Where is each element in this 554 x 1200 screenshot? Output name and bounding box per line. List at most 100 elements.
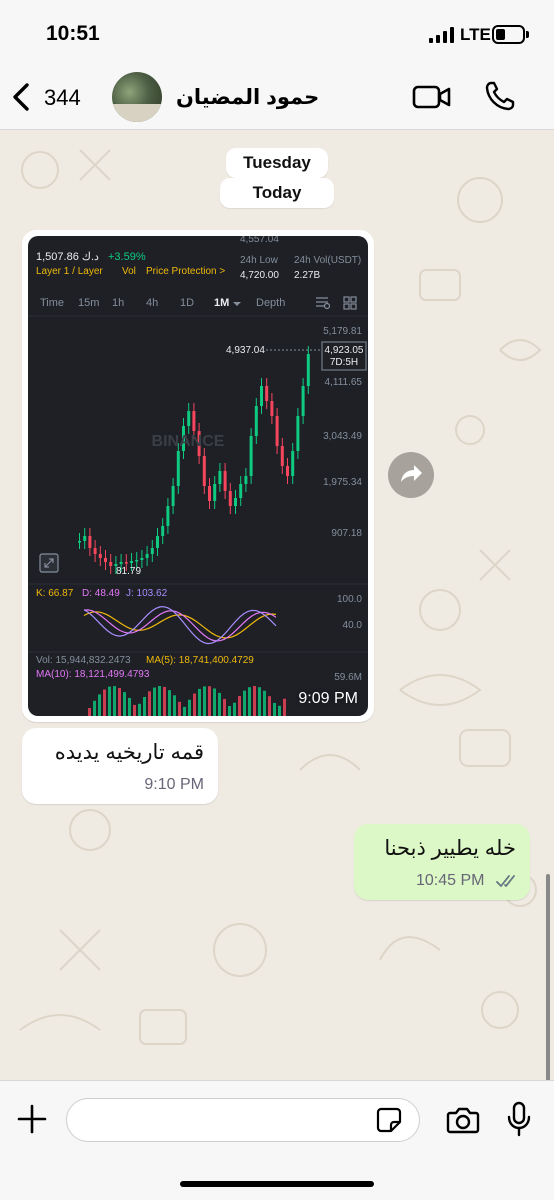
candle-body bbox=[213, 484, 217, 501]
volume-bar bbox=[223, 698, 226, 716]
avatar[interactable] bbox=[112, 72, 162, 122]
candle-body bbox=[260, 386, 263, 406]
candle-body bbox=[176, 451, 180, 486]
signal-icon bbox=[429, 27, 454, 43]
ma10-line: MA(10): 18,121,499.4793 bbox=[36, 669, 150, 680]
volume-bar bbox=[193, 693, 196, 716]
volume-bar bbox=[133, 704, 136, 716]
candle-body bbox=[296, 416, 300, 451]
camera-icon[interactable] bbox=[446, 1105, 480, 1135]
candle-body bbox=[202, 456, 206, 486]
volume-bar bbox=[178, 701, 181, 716]
y-tick: 1,975.34 bbox=[323, 477, 362, 488]
volume-bar bbox=[253, 686, 256, 716]
date-label-today: Today bbox=[220, 178, 334, 208]
chart-screenshot-svg: 1,507.86 د.ك +3.59% 4,557.04 24h Low 4,7… bbox=[28, 236, 368, 716]
tf-time: Time bbox=[40, 297, 64, 309]
message-text: قمه تاريخيه يديده bbox=[54, 741, 204, 764]
candle-body bbox=[166, 506, 170, 526]
candle-body bbox=[150, 548, 154, 554]
ma5-line: MA(5): 18,741,400.4729 bbox=[146, 655, 254, 666]
tag-price-protection: Price Protection > bbox=[146, 266, 225, 277]
tag-layer: Layer 1 / Layer bbox=[36, 266, 103, 277]
chat-header: 344 حمود المضيان bbox=[0, 64, 554, 130]
candle-body bbox=[228, 491, 232, 506]
candle-body bbox=[265, 386, 269, 401]
volume-bar bbox=[268, 696, 271, 716]
candle-body bbox=[275, 416, 279, 446]
candle-body bbox=[78, 541, 81, 543]
date-label-tuesday: Tuesday bbox=[226, 148, 328, 178]
top-value: 4,557.04 bbox=[240, 236, 279, 245]
volume-bar bbox=[283, 698, 286, 716]
candle-body bbox=[218, 471, 222, 484]
message-input[interactable] bbox=[66, 1098, 420, 1142]
network-type: LTE bbox=[460, 25, 491, 44]
volume-bar bbox=[168, 690, 171, 716]
y-tick: 3,043.49 bbox=[323, 431, 362, 442]
chevron-left-icon[interactable] bbox=[10, 82, 32, 112]
battery-tip bbox=[526, 31, 529, 38]
image-message[interactable]: 1,507.86 د.ك +3.59% 4,557.04 24h Low 4,7… bbox=[22, 230, 374, 722]
volume-bar bbox=[88, 708, 91, 716]
candle-body bbox=[93, 548, 97, 554]
candle-body bbox=[286, 466, 289, 476]
forward-icon[interactable] bbox=[388, 452, 434, 498]
volume-bar bbox=[173, 695, 176, 716]
microphone-icon[interactable] bbox=[506, 1101, 532, 1137]
tf-1m: 1M bbox=[214, 297, 229, 309]
candle-body bbox=[270, 401, 274, 416]
volume-bar bbox=[108, 686, 111, 716]
candle-body bbox=[306, 354, 310, 386]
tf-4h: 4h bbox=[146, 297, 158, 309]
candle-body bbox=[130, 561, 133, 563]
volume-bar bbox=[113, 686, 116, 716]
tf-15m: 15m bbox=[78, 297, 99, 309]
candle-body bbox=[88, 536, 92, 548]
tf-dropdown-icon bbox=[233, 302, 241, 306]
tf-depth: Depth bbox=[256, 297, 285, 309]
message-time: 9:10 PM bbox=[144, 776, 204, 793]
y-tick: 5,179.81 bbox=[323, 326, 362, 337]
video-call-icon[interactable] bbox=[412, 84, 452, 110]
price-line: 1,507.86 د.ك bbox=[36, 251, 99, 263]
candle-body bbox=[145, 554, 149, 558]
candle-body bbox=[104, 558, 107, 562]
sticker-icon[interactable] bbox=[376, 1107, 402, 1133]
volume-bar bbox=[153, 687, 156, 716]
phone-icon[interactable] bbox=[484, 80, 516, 112]
candle-body bbox=[156, 536, 159, 548]
y-tick: 907.18 bbox=[331, 528, 362, 539]
scroll-indicator[interactable] bbox=[546, 874, 550, 1084]
contact-name[interactable]: حمود المضيان bbox=[176, 85, 319, 110]
kdj-d: D: 48.49 bbox=[82, 588, 120, 599]
candle-body bbox=[291, 451, 295, 476]
chat-area[interactable]: Tuesday Today 1,507.86 د.ك +3.59% 4,557.… bbox=[0, 130, 554, 1080]
vol-label: 24h Vol(USDT) bbox=[294, 255, 361, 266]
candle-body bbox=[109, 562, 113, 566]
candle-body bbox=[208, 486, 211, 501]
candle-body bbox=[187, 411, 191, 426]
volume-bar bbox=[183, 706, 186, 716]
volume-bar bbox=[278, 705, 281, 716]
plus-icon[interactable] bbox=[16, 1103, 48, 1135]
incoming-message[interactable]: قمه تاريخيه يديده 9:10 PM bbox=[22, 728, 218, 804]
candle-body bbox=[192, 411, 196, 431]
volume-bar bbox=[123, 692, 126, 716]
binance-chart-screenshot[interactable]: 1,507.86 د.ك +3.59% 4,557.04 24h Low 4,7… bbox=[28, 236, 368, 716]
outgoing-message[interactable]: خله يطيير ذبحنا 10:45 PM bbox=[354, 824, 530, 900]
candle-body bbox=[98, 554, 102, 558]
back-unread-count[interactable]: 344 bbox=[44, 85, 81, 111]
candle-body bbox=[83, 536, 87, 541]
high-marker: 4,937.04 bbox=[226, 345, 265, 356]
kdj-tick: 40.0 bbox=[343, 620, 363, 631]
message-input-bar bbox=[0, 1080, 554, 1200]
volume-bar bbox=[263, 690, 266, 716]
current-price: 4,923.05 bbox=[325, 345, 364, 356]
volume-bar bbox=[158, 686, 161, 716]
message-text: خله يطيير ذبحنا bbox=[384, 837, 516, 860]
volume-bar bbox=[228, 705, 231, 716]
volume-bar bbox=[248, 687, 251, 716]
candle-body bbox=[140, 558, 144, 560]
kdj-tick: 100.0 bbox=[337, 594, 362, 605]
